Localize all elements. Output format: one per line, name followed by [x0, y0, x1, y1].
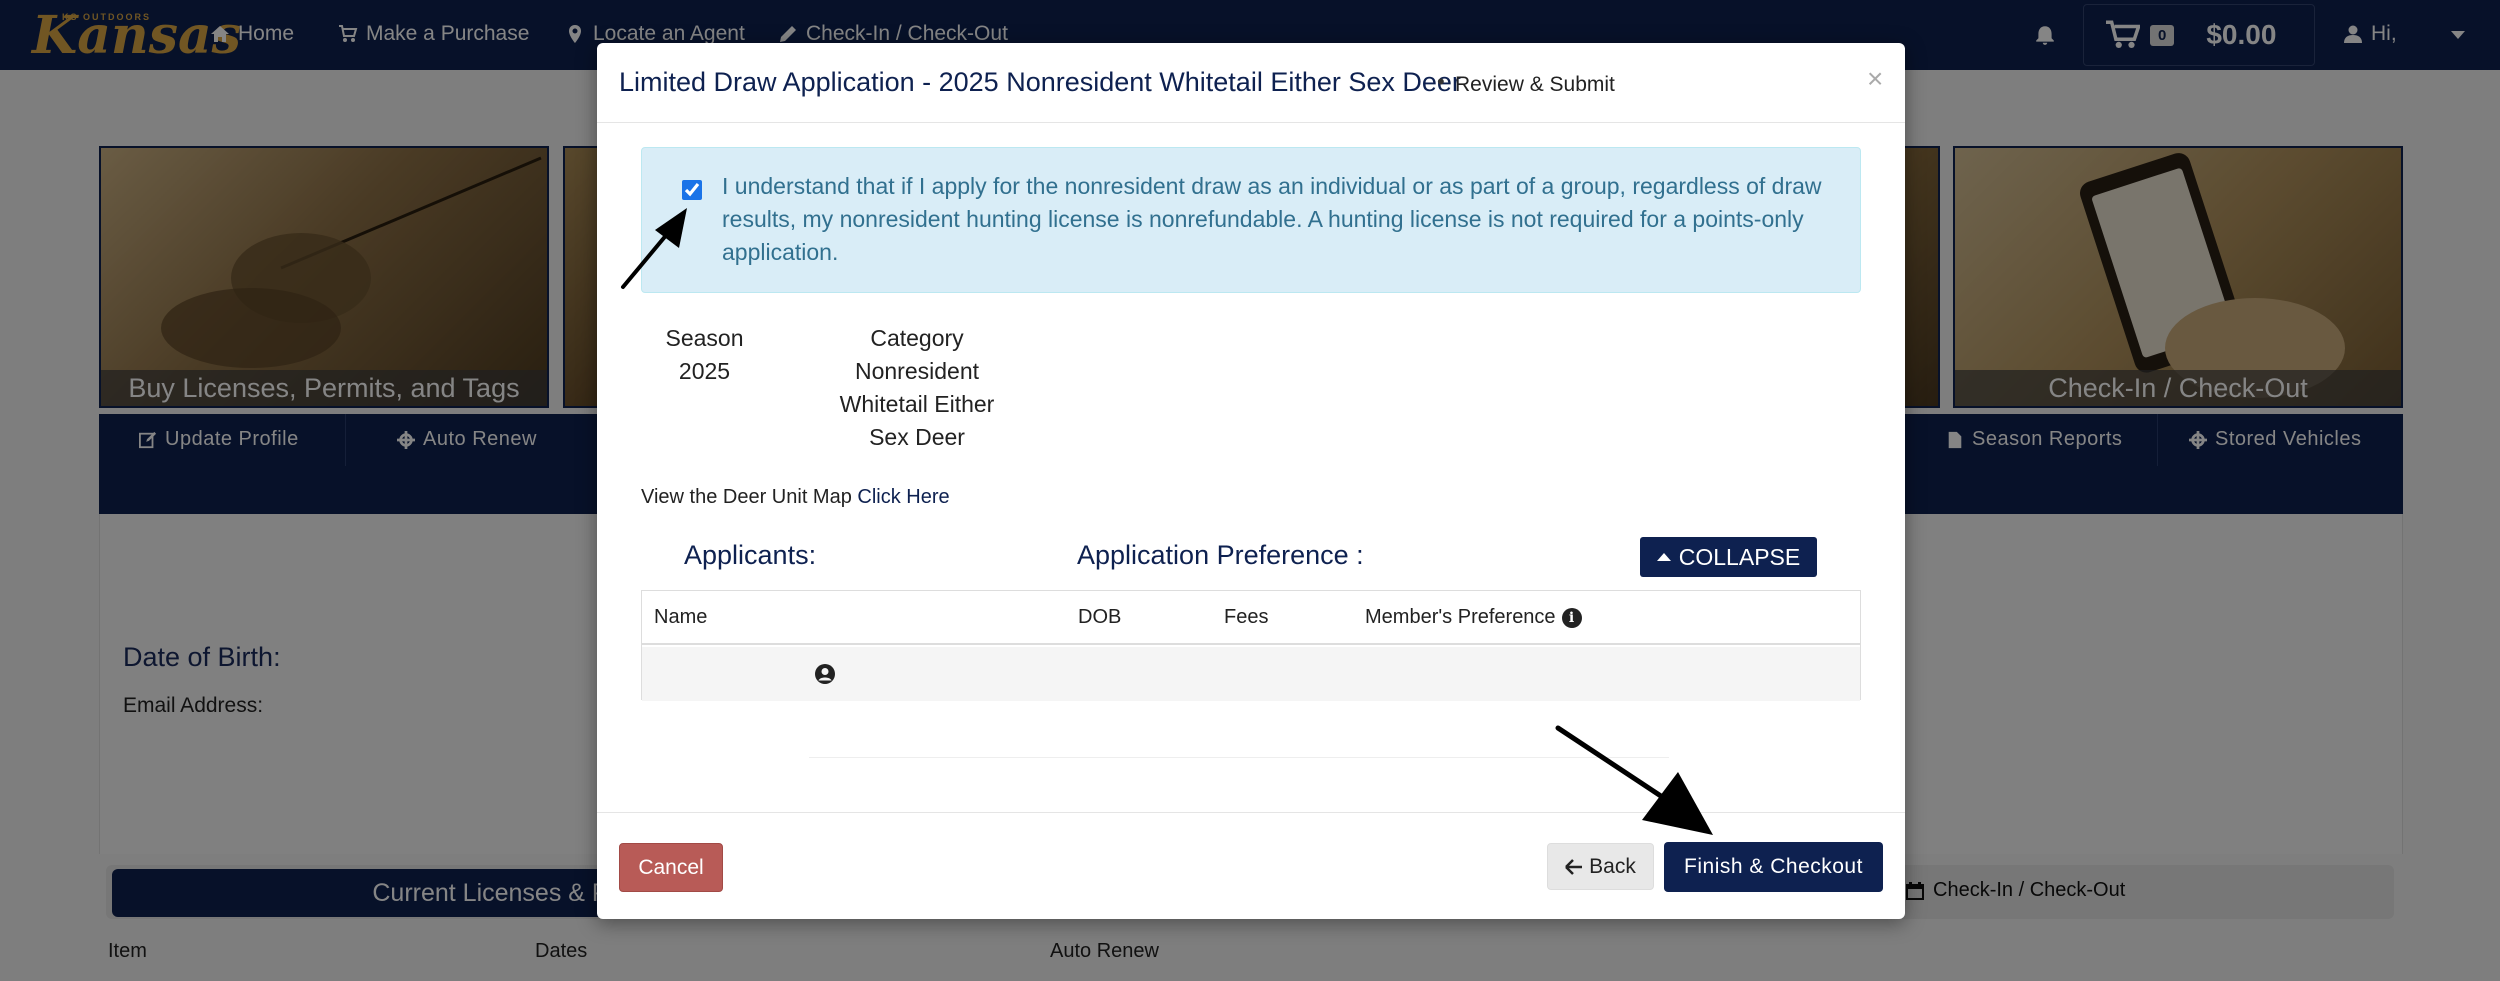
th-name: Name [654, 606, 708, 628]
acknowledge-checkbox[interactable] [682, 180, 702, 200]
deer-map-link[interactable]: Click Here [857, 486, 949, 508]
season-label: Season [665, 325, 744, 351]
divider-line [809, 757, 1669, 758]
caret-up-icon [1656, 553, 1671, 561]
deer-unit-map-line: View the Deer Unit Map Click Here [641, 486, 950, 509]
collapse-label: COLLAPSE [1678, 543, 1801, 570]
modal-header: Limited Draw Application - 2025 Nonresid… [597, 43, 1905, 123]
category-info: Category Nonresident Whitetail Either Se… [827, 322, 1007, 454]
category-value: Nonresident Whitetail Either Sex Deer [839, 358, 995, 450]
title-separator: • [1437, 69, 1445, 94]
table-row [642, 647, 1860, 701]
applicants-heading: Applicants: [684, 540, 817, 570]
arrow-left-icon [1565, 858, 1583, 875]
th-fees: Fees [1224, 606, 1269, 628]
close-icon[interactable]: × [1867, 63, 1883, 95]
category-label: Category [870, 325, 964, 351]
back-label: Back [1589, 854, 1636, 878]
modal-title: Limited Draw Application - 2025 Nonresid… [619, 67, 1461, 97]
user-circle-icon [815, 664, 835, 684]
annotation-arrow-icon [1555, 725, 1713, 835]
th-dob: DOB [1078, 606, 1122, 628]
modal-subtitle: Review & Submit [1455, 73, 1615, 96]
info-icon[interactable]: i [1561, 607, 1582, 628]
preference-heading: Application Preference : [1077, 540, 1364, 570]
nonrefundable-notice: I understand that if I apply for the non… [641, 147, 1861, 293]
applicants-table: Name DOB Fees Member's Preference i [641, 590, 1861, 701]
table-header-row: Name DOB Fees Member's Preference i [642, 591, 1860, 645]
finish-checkout-button[interactable]: Finish & Checkout [1664, 842, 1883, 892]
cancel-button[interactable]: Cancel [619, 843, 723, 892]
map-text: View the Deer Unit Map [641, 486, 852, 508]
annotation-arrow-icon [621, 208, 687, 289]
th-member-preference-label: Member's Preference [1365, 606, 1556, 628]
season-value: 2025 [678, 358, 731, 384]
season-info: Season 2025 [627, 322, 782, 388]
th-member-preference: Member's Preference i [1365, 606, 1582, 629]
collapse-button[interactable]: COLLAPSE [1640, 537, 1817, 577]
notice-text: I understand that if I apply for the non… [722, 173, 1822, 265]
back-button[interactable]: Back [1547, 843, 1654, 890]
